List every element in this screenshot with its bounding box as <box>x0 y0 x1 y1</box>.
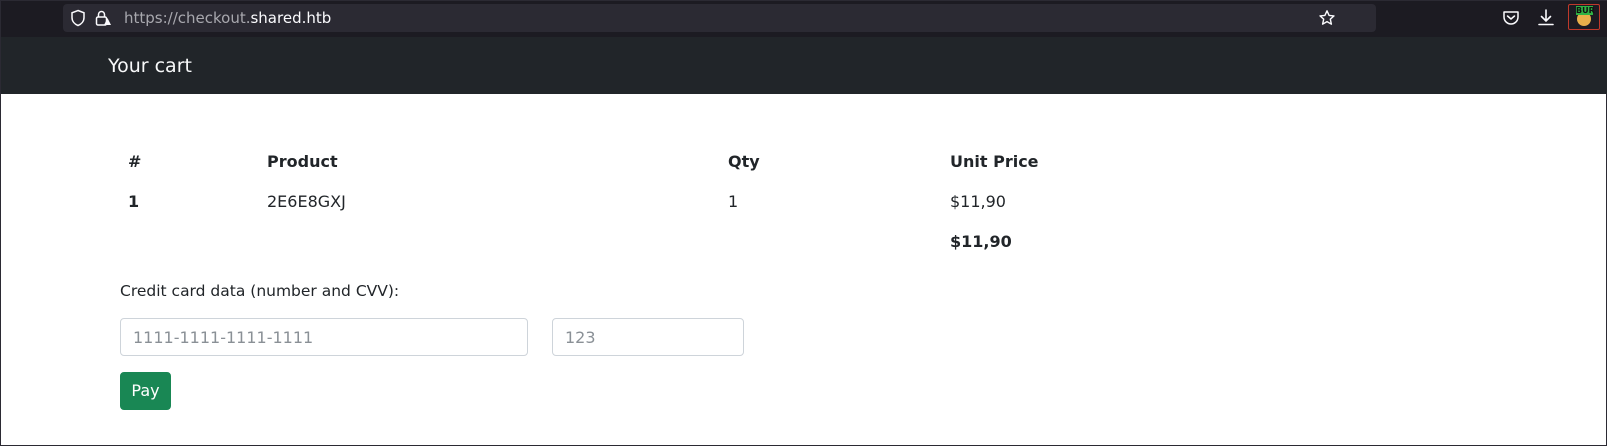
url-bar[interactable]: https://checkout.shared.htb <box>63 4 1376 32</box>
url-scheme: https://checkout. <box>124 9 251 27</box>
browser-toolbar: https://checkout.shared.htb BUR <box>1 1 1607 37</box>
column-header-qty: Qty <box>728 152 760 171</box>
pay-button[interactable]: Pay <box>120 372 171 410</box>
column-header-unit-price: Unit Price <box>950 152 1039 171</box>
row-unit-price: $11,90 <box>950 192 1006 211</box>
navbar: Your cart <box>1 37 1607 94</box>
page-title: Your cart <box>108 55 192 77</box>
row-index: 1 <box>128 192 140 211</box>
bookmark-star-icon[interactable] <box>1318 9 1336 27</box>
url-host: shared.htb <box>250 9 332 27</box>
cvv-input[interactable] <box>552 318 744 356</box>
row-qty: 1 <box>728 192 739 211</box>
card-number-input[interactable] <box>120 318 528 356</box>
pocket-icon[interactable] <box>1501 8 1521 28</box>
extension-badge: BUR <box>1576 6 1595 15</box>
column-header-index: # <box>128 152 142 171</box>
row-product: 2E6E8GXJ <box>267 192 346 211</box>
column-header-product: Product <box>267 152 338 171</box>
lock-warning-icon[interactable] <box>94 9 112 27</box>
credit-card-label: Credit card data (number and CVV): <box>120 282 400 300</box>
shield-icon[interactable] <box>69 9 87 27</box>
url-text[interactable]: https://checkout.shared.htb <box>124 8 331 28</box>
download-icon[interactable] <box>1536 8 1556 28</box>
cart-total: $11,90 <box>950 232 1012 251</box>
burp-extension-button[interactable]: BUR <box>1568 4 1600 30</box>
